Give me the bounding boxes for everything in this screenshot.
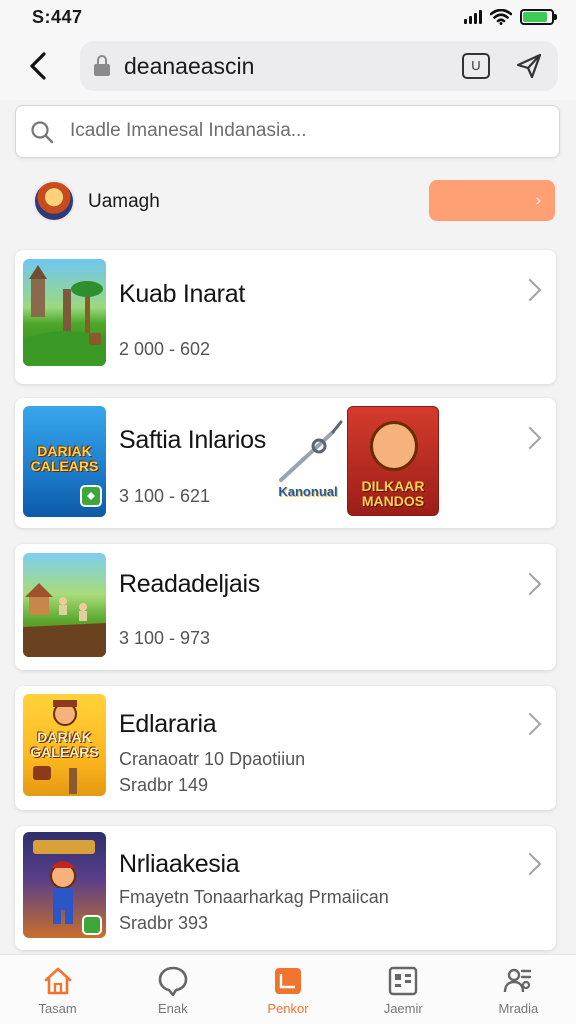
user-action-button[interactable]: › bbox=[429, 180, 555, 221]
grid-icon bbox=[275, 968, 301, 994]
character-face-icon bbox=[370, 421, 418, 471]
game-badge-icon bbox=[80, 485, 102, 507]
card-subtitle: 2 000 - 602 bbox=[119, 339, 211, 359]
chevron-right-icon bbox=[518, 572, 542, 596]
search-icon bbox=[31, 121, 54, 144]
game-thumbnail: DARIAK CALEARS bbox=[23, 406, 106, 517]
card-subtitle-secondary: Sradbr 393 bbox=[119, 913, 209, 933]
battery-icon bbox=[520, 9, 557, 25]
list-item[interactable]: DARIAK CALEARS Saftia Inlarios 3 100 - 6… bbox=[15, 398, 556, 528]
card-subtitle-secondary: Sradbr 149 bbox=[119, 775, 209, 795]
nav-item-home[interactable]: Tasam bbox=[0, 955, 115, 1024]
promo-art[interactable]: DILKAAR MANDOS bbox=[347, 406, 439, 516]
nav-label: Enak bbox=[157, 1001, 188, 1016]
chevron-right-icon bbox=[518, 852, 542, 876]
bottom-nav: Tasam Enak Penkor Jaemir Mradia bbox=[0, 954, 576, 1024]
nav-item-apps[interactable]: Jaemir bbox=[346, 955, 461, 1024]
url-bar[interactable]: deanaeascin U bbox=[80, 41, 558, 91]
game-thumbnail bbox=[23, 553, 106, 657]
card-subtitle: Fmayetn Tonaarharkag Prmaiican bbox=[119, 887, 389, 907]
nav-label: Tasam bbox=[38, 1001, 77, 1016]
card-title: Kuab Inarat bbox=[119, 280, 245, 308]
list-item[interactable]: Readadeljais 3 100 - 973 bbox=[15, 544, 556, 670]
lock-icon bbox=[94, 55, 110, 76]
url-text: deanaeascin bbox=[124, 53, 255, 79]
promo-logo[interactable]: Kanonual bbox=[261, 410, 355, 516]
nav-item-grid[interactable]: Penkor bbox=[230, 955, 345, 1024]
nav-item-people[interactable]: Mradia bbox=[461, 955, 576, 1024]
status-time: S:447 bbox=[32, 7, 83, 27]
card-title: Readadeljais bbox=[119, 570, 260, 598]
nav-item-chat[interactable]: Enak bbox=[115, 955, 230, 1024]
warrior-icon bbox=[33, 840, 102, 935]
promo-art-text: DILKAAR MANDOS bbox=[361, 478, 425, 509]
nav-label: Mradia bbox=[498, 1001, 539, 1016]
browser-toolbar: deanaeascin U bbox=[0, 36, 576, 100]
village-scene-icon bbox=[23, 583, 106, 657]
card-title: Saftia Inlarios bbox=[119, 426, 266, 454]
game-thumbnail bbox=[23, 832, 106, 938]
back-button[interactable] bbox=[20, 48, 56, 84]
card-title: Nrliaakesia bbox=[119, 850, 240, 878]
send-icon[interactable] bbox=[514, 51, 544, 81]
chevron-right-icon bbox=[518, 426, 542, 450]
avatar[interactable] bbox=[33, 180, 75, 222]
game-thumbnail: DARIAK GALEARS bbox=[23, 694, 106, 796]
character-icon bbox=[33, 700, 77, 794]
search-input[interactable]: Icadle Imanesal Indanasia... bbox=[15, 105, 560, 158]
tabs-button[interactable]: U bbox=[462, 53, 490, 79]
battery-level bbox=[523, 12, 547, 22]
list-item[interactable]: DARIAK GALEARS Edlararia Cranaoatr 10 Dp… bbox=[15, 686, 556, 810]
people-icon bbox=[504, 968, 532, 993]
nav-label: Penkor bbox=[267, 1001, 309, 1016]
nav-label: Jaemir bbox=[383, 1001, 423, 1016]
list-item[interactable]: Kuab Inarat 2 000 - 602 bbox=[15, 250, 556, 384]
wifi-icon bbox=[490, 9, 512, 25]
apps-icon bbox=[389, 966, 418, 996]
chevron-right-icon bbox=[518, 278, 542, 302]
status-icons bbox=[464, 9, 557, 25]
game-thumbnail bbox=[23, 259, 106, 366]
jungle-scene-icon bbox=[23, 265, 106, 366]
chevron-left-icon bbox=[30, 52, 46, 80]
signal-icon bbox=[464, 10, 482, 24]
sword-icon bbox=[279, 420, 343, 482]
card-subtitle: 3 100 - 973 bbox=[119, 628, 211, 648]
list-item[interactable]: Nrliaakesia Fmayetn Tonaarharkag Prmaiic… bbox=[15, 826, 556, 950]
chevron-right-icon bbox=[518, 712, 542, 736]
card-subtitle: 3 100 - 621 bbox=[119, 486, 211, 506]
card-title: Edlararia bbox=[119, 710, 217, 738]
status-bar: S:447 bbox=[0, 0, 576, 36]
user-row: Uamagh › bbox=[0, 166, 576, 238]
promo-logo-text: Kanonual bbox=[278, 484, 338, 499]
card-subtitle: Cranaoatr 10 Dpaotiiun bbox=[119, 749, 306, 769]
home-icon bbox=[44, 967, 71, 995]
user-name: Uamagh bbox=[88, 191, 160, 212]
chat-icon bbox=[158, 966, 188, 997]
search-placeholder: Icadle Imanesal Indanasia... bbox=[70, 120, 307, 141]
